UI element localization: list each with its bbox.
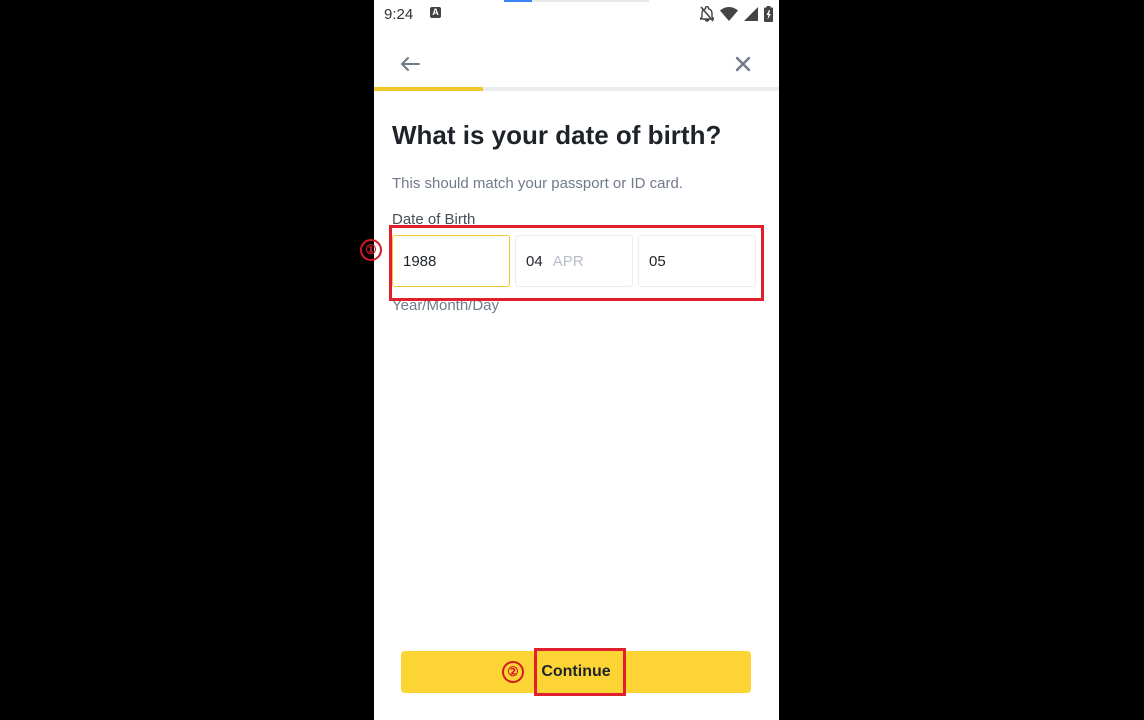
year-input[interactable]: 1988	[392, 235, 510, 287]
status-bar: 9:24 A	[374, 0, 779, 28]
page-subtitle: This should match your passport or ID ca…	[392, 175, 683, 192]
wifi-icon	[720, 7, 738, 21]
day-value: 05	[649, 252, 666, 270]
year-value: 1988	[403, 252, 437, 270]
battery-icon	[764, 6, 773, 22]
annotation-step-1: ①	[360, 239, 382, 261]
month-abbreviation: APR	[552, 252, 584, 270]
month-value: 04	[526, 252, 543, 270]
close-icon	[735, 56, 751, 72]
progress-bar	[374, 87, 779, 91]
continue-button[interactable]: Continue	[401, 651, 751, 693]
app-screen: 9:24 A What is your date of birth? This …	[374, 0, 779, 720]
date-of-birth-fields: 1988 04 APR 05	[392, 235, 756, 289]
notifications-off-icon	[700, 6, 714, 22]
top-nav	[374, 40, 779, 86]
continue-label: Continue	[541, 663, 611, 680]
status-icons	[700, 4, 773, 24]
signal-icon	[744, 7, 758, 21]
back-button[interactable]	[394, 48, 426, 80]
progress-fill	[374, 87, 484, 91]
app-notification-icon: A	[430, 7, 441, 18]
arrow-left-icon	[401, 57, 420, 71]
date-format-hint: Year/Month/Day	[392, 297, 500, 314]
date-of-birth-label: Date of Birth	[392, 211, 476, 228]
close-button[interactable]	[727, 48, 759, 80]
month-input[interactable]: 04 APR	[515, 235, 633, 287]
status-time: 9:24	[384, 6, 414, 23]
page-title: What is your date of birth?	[392, 120, 722, 150]
status-accent	[504, 0, 532, 2]
annotation-step-2: ②	[502, 661, 524, 683]
day-input[interactable]: 05	[638, 235, 756, 287]
